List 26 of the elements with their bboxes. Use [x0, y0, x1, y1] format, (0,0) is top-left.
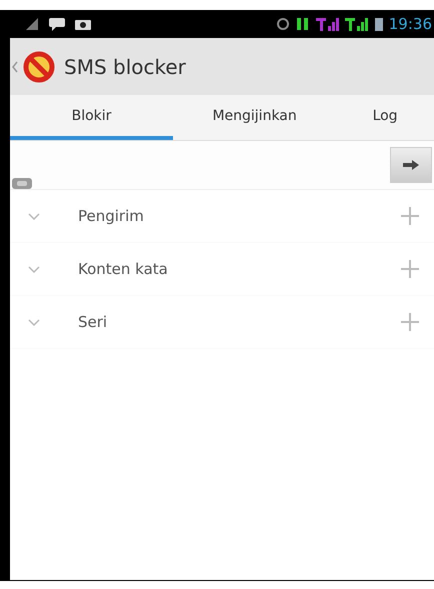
sync-icon [276, 17, 290, 31]
back-icon[interactable] [12, 60, 18, 72]
arrow-icon [403, 160, 419, 170]
group-label: Konten kata [78, 260, 169, 278]
add-icon[interactable] [400, 312, 420, 332]
tab[interactable]: Mengijinkan [173, 95, 336, 140]
message-icon [48, 17, 66, 31]
signal-icon [316, 16, 340, 32]
prohibited-icon [22, 50, 56, 84]
group-label: Seri [78, 313, 108, 331]
go-button[interactable] [390, 147, 432, 183]
group-row[interactable]: Konten kata [10, 243, 434, 296]
group-row[interactable]: Seri [10, 296, 434, 349]
signal-icon [24, 17, 40, 31]
keyboard-icon [12, 178, 32, 189]
app-title: SMS blocker [64, 54, 186, 78]
signal-icon [344, 16, 369, 32]
group-row[interactable]: Pengirim [10, 190, 434, 243]
network-icon [294, 16, 311, 32]
add-icon[interactable] [400, 259, 420, 279]
add-icon[interactable] [400, 206, 420, 226]
camera-icon [74, 17, 92, 31]
group-label: Pengirim [78, 207, 145, 225]
clock-time: 19:36 [388, 15, 432, 33]
battery-icon [374, 16, 384, 32]
tab[interactable]: Log [336, 95, 434, 140]
